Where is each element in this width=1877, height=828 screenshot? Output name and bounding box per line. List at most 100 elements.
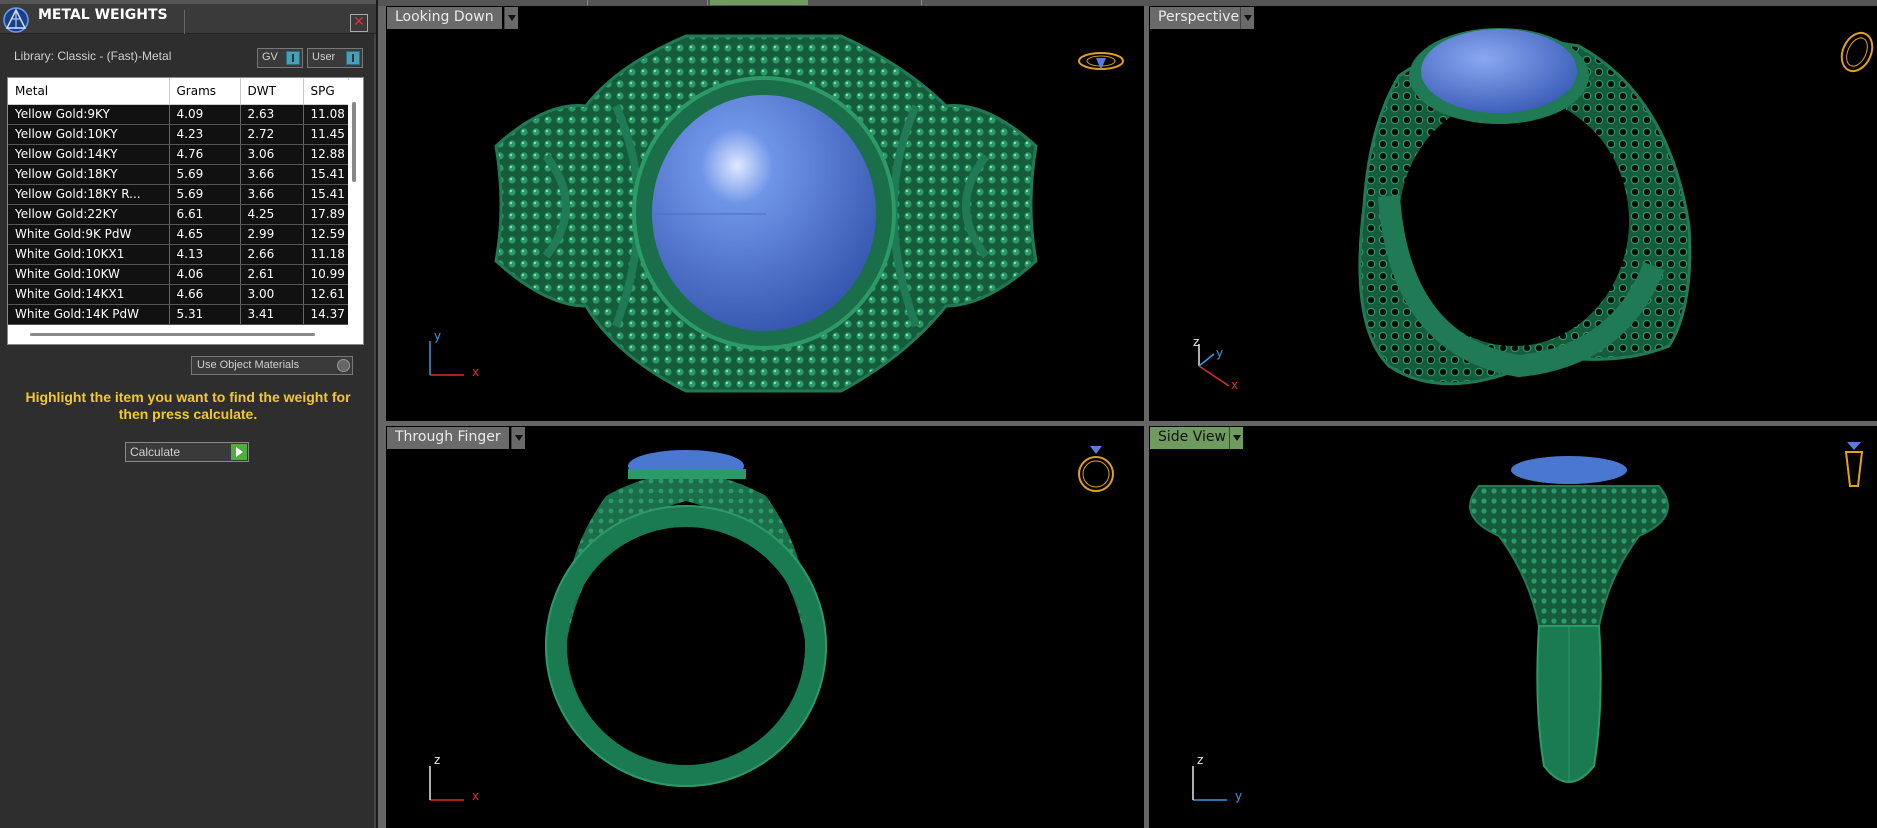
user-toggle-label: User xyxy=(312,51,336,63)
spg-cell: 10.99 xyxy=(303,264,349,285)
metal-table: Metal Grams DWT SPG Yellow Gold:9KY 4.09 2… xyxy=(8,78,349,325)
column-header-grams[interactable]: Grams xyxy=(169,78,241,105)
gv-toggle-knob-icon xyxy=(286,51,300,65)
tab-stub[interactable] xyxy=(590,0,708,5)
toggle-knob-icon xyxy=(337,359,350,372)
spg-cell: 11.08 xyxy=(303,104,349,125)
dwt-cell: 2.72 xyxy=(240,124,304,145)
view-cube-ring-top-icon[interactable] xyxy=(1076,46,1126,76)
viewport-label-side-view[interactable]: Side View xyxy=(1150,427,1234,449)
dwt-cell: 3.66 xyxy=(240,184,304,205)
gv-toggle-label: GV xyxy=(262,51,278,63)
viewport-perspective[interactable]: Perspective z y x xyxy=(1149,6,1877,421)
spg-cell: 12.59 xyxy=(303,224,349,245)
metal-weights-table[interactable]: Metal Grams DWT SPG Yellow Gold:9KY 4.09 2… xyxy=(7,77,364,345)
metal-cell: Yellow Gold:9KY xyxy=(8,104,170,125)
table-row[interactable]: Yellow Gold:14KY 4.76 3.06 12.88 xyxy=(8,144,349,165)
metal-cell: White Gold:9K PdW xyxy=(8,224,170,245)
grams-cell: 4.66 xyxy=(169,284,241,305)
axis-triad-xz-icon xyxy=(429,766,464,801)
grams-cell: 5.69 xyxy=(169,184,241,205)
grams-cell: 5.31 xyxy=(169,304,241,325)
library-label: Library: Classic - (Fast)-Metal xyxy=(14,49,172,63)
viewport-label-through-finger[interactable]: Through Finger xyxy=(387,427,509,449)
tab-stub-active[interactable] xyxy=(710,0,808,5)
close-icon[interactable]: ✕ xyxy=(350,14,368,32)
table-row[interactable]: Yellow Gold:22KY 6.61 4.25 17.89 xyxy=(8,204,349,225)
tab-stub[interactable] xyxy=(478,0,588,5)
panel-header[interactable]: METAL WEIGHTS ✕ xyxy=(0,4,376,34)
app-window: METAL WEIGHTS ✕ Library: Classic - (Fast… xyxy=(0,0,1877,828)
axis-label-x: x xyxy=(472,789,480,803)
spg-cell: 15.41 xyxy=(303,184,349,205)
calculate-label: Calculate xyxy=(130,445,181,459)
table-row[interactable]: White Gold:10KX1 4.13 2.66 11.18 xyxy=(8,244,349,265)
table-horizontal-scrollbar[interactable] xyxy=(8,326,363,344)
chevron-down-icon[interactable] xyxy=(1240,7,1254,29)
viewport-label-looking-down[interactable]: Looking Down xyxy=(387,7,502,29)
column-header-metal[interactable]: Metal xyxy=(8,78,170,105)
axis-label-y: y xyxy=(1216,346,1224,360)
metal-cell: White Gold:14K PdW xyxy=(8,304,170,325)
column-header-dwt[interactable]: DWT xyxy=(240,78,304,105)
chevron-down-icon[interactable] xyxy=(511,427,525,449)
play-arrow-icon xyxy=(231,444,247,460)
viewport-label-perspective[interactable]: Perspective xyxy=(1150,7,1248,29)
axis-triad-xy-icon xyxy=(429,341,464,376)
axis-label-y: y xyxy=(434,329,442,343)
view-cube-ring-perspective-icon[interactable] xyxy=(1833,24,1877,74)
dwt-cell: 3.66 xyxy=(240,164,304,185)
dwt-cell: 2.63 xyxy=(240,104,304,125)
grams-cell: 5.69 xyxy=(169,164,241,185)
user-toggle[interactable]: User xyxy=(307,48,363,68)
table-row[interactable]: Yellow Gold:9KY 4.09 2.63 11.08 xyxy=(8,104,349,125)
table-row[interactable]: Yellow Gold:10KY 4.23 2.72 11.45 xyxy=(8,124,349,145)
table-row[interactable]: Yellow Gold:18KY 5.69 3.66 15.41 xyxy=(8,164,349,185)
dwt-cell: 2.99 xyxy=(240,224,304,245)
spg-cell: 11.18 xyxy=(303,244,349,265)
ring-front-view xyxy=(545,450,827,787)
grams-cell: 4.23 xyxy=(169,124,241,145)
table-row[interactable]: White Gold:10KW 4.06 2.61 10.99 xyxy=(8,264,349,285)
panel-title: METAL WEIGHTS xyxy=(38,7,168,23)
axis-label-x: x xyxy=(472,365,480,379)
metal-cell: Yellow Gold:18KY xyxy=(8,164,170,185)
grams-cell: 6.61 xyxy=(169,204,241,225)
table-vertical-scroll-thumb[interactable] xyxy=(352,102,356,182)
grams-cell: 4.65 xyxy=(169,224,241,245)
metal-weights-panel: METAL WEIGHTS ✕ Library: Classic - (Fast… xyxy=(0,0,376,828)
use-object-materials-toggle[interactable]: Use Object Materials xyxy=(191,356,353,375)
view-cube-ring-side-icon[interactable] xyxy=(1839,438,1869,494)
axis-label-z: z xyxy=(1197,753,1204,767)
table-row[interactable]: White Gold:14KX1 4.66 3.00 12.61 xyxy=(8,284,349,305)
column-header-spg[interactable]: SPG xyxy=(303,78,349,105)
viewport-looking-down[interactable]: Looking Down y x xyxy=(386,6,1144,421)
axis-triad-yz-icon xyxy=(1192,766,1227,801)
header-separator xyxy=(184,10,185,34)
grams-cell: 4.13 xyxy=(169,244,241,265)
table-row[interactable]: White Gold:9K PdW 4.65 2.99 12.59 xyxy=(8,224,349,245)
viewport-side-view[interactable]: Side View z y xyxy=(1149,426,1877,828)
spg-cell: 12.61 xyxy=(303,284,349,305)
table-vertical-scrollbar[interactable] xyxy=(348,80,362,325)
spg-cell: 11.45 xyxy=(303,124,349,145)
table-horizontal-scroll-thumb[interactable] xyxy=(30,333,315,336)
dwt-cell: 3.06 xyxy=(240,144,304,165)
metal-cell: White Gold:14KX1 xyxy=(8,284,170,305)
calculate-button[interactable]: Calculate xyxy=(125,442,249,462)
table-row[interactable]: White Gold:14K PdW 5.31 3.41 14.37 xyxy=(8,304,349,325)
spg-cell: 17.89 xyxy=(303,204,349,225)
gv-toggle[interactable]: GV xyxy=(257,48,303,68)
table-row[interactable]: Yellow Gold:18KY R... 5.69 3.66 15.41 xyxy=(8,184,349,205)
metal-cell: Yellow Gold:14KY xyxy=(8,144,170,165)
spg-cell: 15.41 xyxy=(303,164,349,185)
metal-cell: White Gold:10KW xyxy=(8,264,170,285)
view-cube-ring-front-icon[interactable] xyxy=(1076,440,1116,496)
chevron-down-icon[interactable] xyxy=(504,7,518,29)
grams-cell: 4.09 xyxy=(169,104,241,125)
viewport-through-finger[interactable]: Through Finger z x xyxy=(386,426,1144,828)
tab-stub[interactable] xyxy=(810,0,922,5)
chevron-down-icon[interactable] xyxy=(1229,427,1243,449)
dwt-cell: 3.00 xyxy=(240,284,304,305)
spg-cell: 12.88 xyxy=(303,144,349,165)
